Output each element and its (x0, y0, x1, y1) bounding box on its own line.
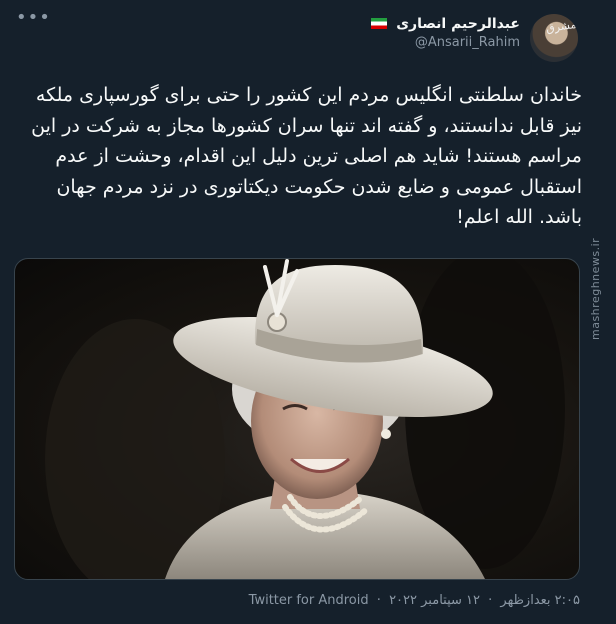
avatar[interactable]: مشرق (530, 14, 578, 62)
watermark: mashreghnews.ir (589, 237, 602, 340)
meta-separator: · (488, 593, 493, 608)
tweet-meta: ۲:۰۵ بعدازظهر · ۱۲ سپتامبر ۲۰۲۲ · Twitte… (249, 593, 580, 608)
tweet-text: خاندان سلطنتی انگلیس مردم این کشور را حت… (31, 84, 582, 228)
more-options-icon[interactable]: ••• (16, 9, 51, 27)
tweet-card: ••• مشرق عبدالرحیم انصاری @Ansarii_Rahim… (0, 0, 616, 624)
meta-separator: · (376, 593, 381, 608)
tweet-photo[interactable] (14, 258, 580, 580)
avatar-logo: مشرق (544, 17, 577, 36)
tweet-source[interactable]: Twitter for Android (249, 593, 369, 608)
queen-photo-illustration (45, 259, 565, 579)
display-name[interactable]: عبدالرحیم انصاری (371, 14, 520, 34)
iran-flag-icon (371, 18, 388, 29)
tweet-date[interactable]: ۱۲ سپتامبر ۲۰۲۲ (389, 593, 480, 608)
tweet-time[interactable]: ۲:۰۵ بعدازظهر (500, 593, 580, 608)
display-name-text: عبدالرحیم انصاری (396, 16, 520, 32)
user-handle[interactable]: @Ansarii_Rahim (371, 34, 520, 52)
user-info[interactable]: عبدالرحیم انصاری @Ansarii_Rahim (371, 14, 520, 52)
